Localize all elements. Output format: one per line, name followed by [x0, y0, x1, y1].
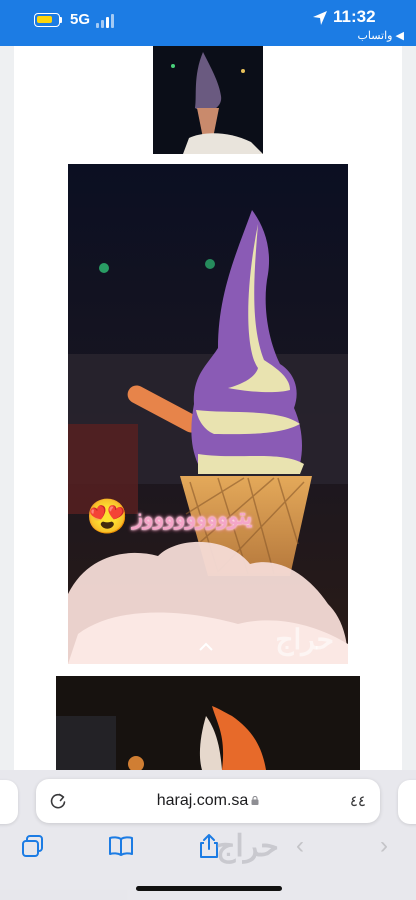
network-type: 5G	[70, 11, 91, 28]
status-bar: 5G 11:32 ◀ واتساب	[0, 0, 416, 46]
heart-eyes-emoji-icon: 😍	[86, 498, 129, 536]
haraj-watermark: حراج	[275, 624, 334, 655]
ice-cream-photo-thumbnail[interactable]	[153, 46, 263, 154]
address-bar[interactable]: haraj.com.sa ٤٤	[36, 779, 380, 823]
url-display[interactable]: haraj.com.sa	[36, 792, 380, 810]
clock: 11:32	[333, 7, 376, 26]
previous-tab-pill[interactable]	[0, 780, 18, 824]
post-content: 😍 يتوووووووووز حراج	[14, 46, 402, 770]
lock-icon	[251, 796, 259, 805]
tabs-icon[interactable]	[20, 833, 46, 859]
ice-cream-photo-2[interactable]	[56, 676, 360, 770]
battery-level	[37, 16, 52, 23]
browser-toolbar: haraj.com.sa ٤٤ حراج ‹ ›	[0, 770, 416, 900]
chevron-up-icon	[199, 642, 213, 651]
ice-cream-photo[interactable]: 😍 يتوووووووووز حراج	[68, 164, 348, 664]
tab-count: ٤٤	[349, 793, 366, 810]
battery-tip	[60, 17, 62, 23]
web-page[interactable]: 😍 يتوووووووووز حراج	[0, 46, 416, 770]
caption-text: يتوووووووووز	[132, 504, 253, 529]
bookmarks-icon[interactable]	[108, 833, 134, 859]
home-indicator	[136, 886, 282, 891]
next-tab-pill[interactable]	[398, 780, 416, 824]
forward-arrow-icon[interactable]: ›	[380, 832, 388, 860]
signal-bars-icon	[96, 14, 118, 28]
location-arrow-icon	[313, 11, 327, 25]
back-to-app-link[interactable]: ◀ واتساب	[358, 29, 404, 42]
story-caption: 😍 يتوووووووووز	[86, 494, 252, 540]
back-arrow-icon[interactable]: ‹	[296, 832, 304, 860]
battery-icon	[34, 13, 60, 27]
haraj-logo: حراج	[216, 830, 279, 863]
url-text: haraj.com.sa	[156, 792, 249, 809]
